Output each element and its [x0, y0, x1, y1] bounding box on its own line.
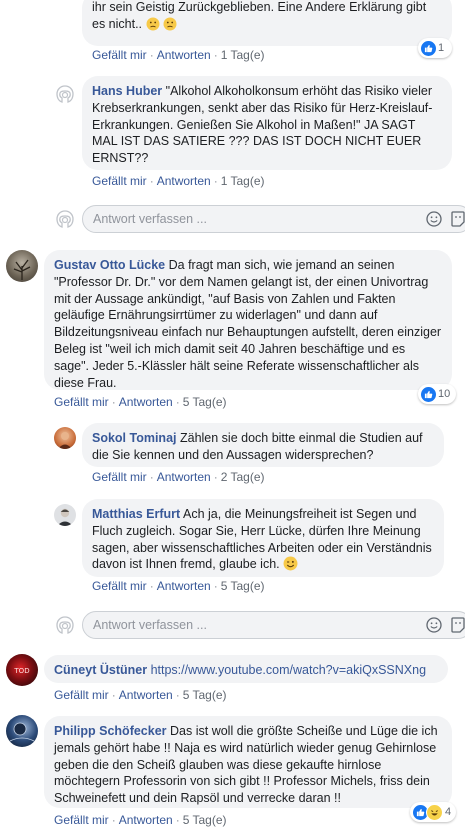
avatar[interactable] — [54, 83, 76, 105]
timestamp[interactable]: 5 Tag(e) — [183, 813, 227, 827]
reaction-number: 1 — [438, 42, 445, 54]
comment-bubble: Philipp Schöfecker Das ist woll die größ… — [44, 716, 452, 808]
user-placeholder-icon — [56, 210, 74, 228]
smiley-icon[interactable] — [426, 211, 442, 230]
reply-link[interactable]: Antworten — [119, 688, 173, 702]
reaction-count[interactable]: 1 — [418, 38, 452, 58]
comment-author[interactable]: Sokol Tominaj — [92, 431, 177, 445]
comment-actions: Gefällt mir · Antworten · 5 Tag(e) — [54, 395, 227, 409]
comment-bubble: Matthias Erfurt Ach ja, die Meinungsfrei… — [82, 499, 444, 577]
comment-actions: Gefällt mir · Antworten · 1 Tag(e) — [92, 48, 265, 62]
avatar[interactable]: TOD — [6, 654, 38, 686]
comment-actions: Gefällt mir · Antworten · 5 Tag(e) — [54, 688, 227, 702]
svg-text:TOD: TOD — [13, 667, 29, 675]
avatar[interactable] — [6, 250, 38, 282]
comment-actions: Gefällt mir · Antworten · 5 Tag(e) — [54, 813, 227, 827]
comment-bubble: Cüneyt Üstüner https://www.youtube.com/w… — [44, 655, 448, 683]
reply-link[interactable]: Antworten — [157, 579, 211, 593]
laugh-reaction-icon — [426, 803, 443, 821]
reaction-count[interactable]: 10 — [418, 384, 456, 404]
smiley-icon[interactable] — [426, 617, 442, 636]
comment-actions: Gefällt mir · Antworten · 1 Tag(e) — [92, 174, 265, 188]
reply-link[interactable]: Antworten — [157, 174, 211, 188]
comment-bubble: Hans Huber "Alkohol Alkoholkonsum erhöht… — [82, 76, 452, 170]
comment-author[interactable]: Gustav Otto Lücke — [54, 258, 165, 272]
like-reaction-icon — [421, 40, 436, 56]
comment-actions: Gefällt mir · Antworten · 2 Tag(e) — [92, 470, 265, 484]
confused-emoji-icon — [146, 17, 160, 36]
avatar — [54, 614, 76, 636]
reply-link[interactable]: Antworten — [119, 813, 173, 827]
comment-author[interactable]: Matthias Erfurt — [92, 507, 180, 521]
reaction-number: 4 — [445, 806, 452, 818]
sticker-icon[interactable] — [451, 211, 465, 230]
reply-input[interactable]: Antwort verfassen ... — [82, 611, 465, 639]
like-link[interactable]: Gefällt mir — [54, 395, 109, 409]
reply-input[interactable]: Antwort verfassen ... — [82, 205, 465, 233]
like-link[interactable]: Gefällt mir — [92, 48, 147, 62]
reply-link[interactable]: Antworten — [157, 470, 211, 484]
reaction-number: 10 — [438, 388, 451, 400]
wink-emoji-icon — [283, 556, 298, 576]
avatar[interactable] — [54, 504, 76, 526]
like-link[interactable]: Gefällt mir — [54, 688, 109, 702]
avatar — [54, 208, 76, 230]
timestamp[interactable]: 1 Tag(e) — [221, 174, 265, 188]
comment-text: Da fragt man sich, wie jemand an seinen … — [54, 258, 442, 390]
avatar[interactable] — [54, 427, 76, 449]
like-link[interactable]: Gefällt mir — [92, 470, 147, 484]
comment-actions: Gefällt mir · Antworten · 5 Tag(e) — [92, 579, 265, 593]
reply-placeholder: Antwort verfassen ... — [93, 212, 207, 226]
comment-text: ihr sein Geistig Zurückgeblieben. Eine A… — [92, 0, 427, 31]
sticker-icon[interactable] — [451, 617, 465, 636]
reply-placeholder: Antwort verfassen ... — [93, 618, 207, 632]
like-link[interactable]: Gefällt mir — [92, 174, 147, 188]
like-link[interactable]: Gefällt mir — [92, 579, 147, 593]
comment-bubble: Gustav Otto Lücke Da fragt man sich, wie… — [44, 250, 452, 390]
user-placeholder-icon — [56, 616, 74, 634]
youtube-link[interactable]: https://www.youtube.com/watch?v=akiQxSSN… — [151, 663, 426, 677]
reply-link[interactable]: Antworten — [119, 395, 173, 409]
comment-bubble: Sokol Tominaj Zählen sie doch bitte einm… — [82, 423, 444, 467]
comment-author[interactable]: Philipp Schöfecker — [54, 724, 167, 738]
reply-link[interactable]: Antworten — [157, 48, 211, 62]
comment-author[interactable]: Hans Huber — [92, 84, 162, 98]
avatar[interactable] — [6, 715, 38, 747]
timestamp[interactable]: 5 Tag(e) — [183, 395, 227, 409]
user-placeholder-icon — [56, 85, 74, 103]
confused-emoji-icon — [163, 17, 177, 36]
reaction-count[interactable]: 4 — [410, 802, 456, 822]
like-reaction-icon — [421, 386, 436, 402]
timestamp[interactable]: 5 Tag(e) — [183, 688, 227, 702]
tree-avatar-image — [13, 259, 31, 280]
timestamp[interactable]: 2 Tag(e) — [221, 470, 265, 484]
timestamp[interactable]: 5 Tag(e) — [221, 579, 265, 593]
like-link[interactable]: Gefällt mir — [54, 813, 109, 827]
timestamp[interactable]: 1 Tag(e) — [221, 48, 265, 62]
comment-author[interactable]: Cüneyt Üstüner — [54, 663, 147, 677]
comment-bubble: ihr sein Geistig Zurückgeblieben. Eine A… — [82, 0, 452, 46]
